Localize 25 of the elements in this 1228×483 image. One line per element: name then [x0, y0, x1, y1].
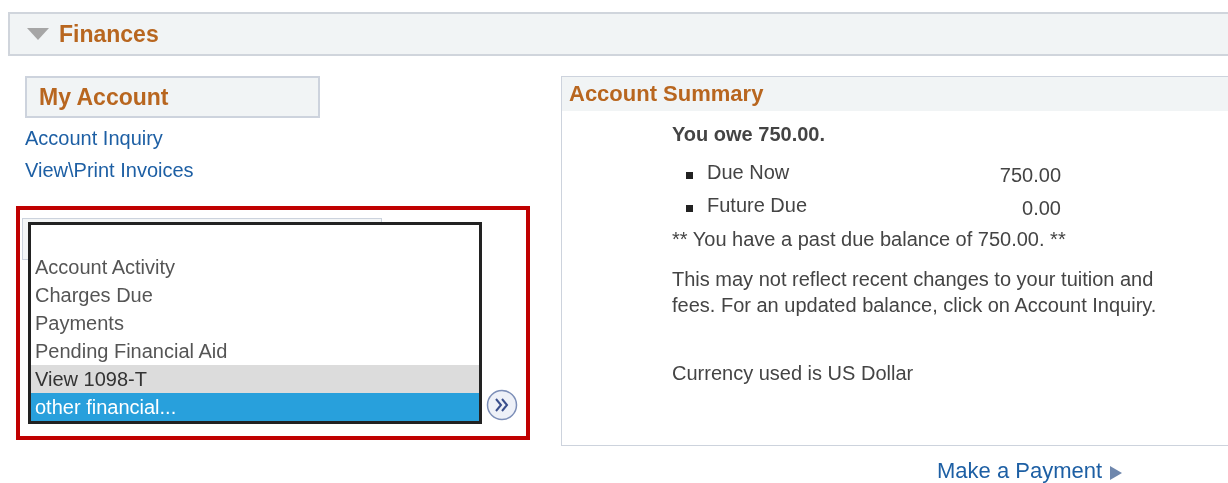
- account-link[interactable]: Account Inquiry: [25, 122, 163, 154]
- dropdown-option[interactable]: Account Activity: [31, 253, 479, 281]
- play-arrow-icon: [1110, 466, 1123, 480]
- dropdown-list[interactable]: Account Activity Charges Due Payments Pending Financial Aid View 1098-T other financial...: [28, 222, 482, 424]
- due-amount: 0.00: [1021, 197, 1061, 220]
- section-header[interactable]: Finances: [8, 12, 1228, 56]
- balance-note: This may not reflect recent changes to your tuition and fees. For an updated balance, click on Account Inquiry.: [672, 267, 1158, 318]
- go-button-icon[interactable]: [486, 389, 518, 421]
- section-title: Finances: [59, 20, 159, 48]
- due-label: Future Due: [707, 194, 809, 217]
- bullet-icon: [686, 172, 693, 179]
- dropdown-option[interactable]: View 1098-T: [31, 365, 479, 393]
- due-label: Due Now: [707, 161, 791, 184]
- my-account-header: My Account: [25, 76, 320, 118]
- dropdown-option[interactable]: Pending Financial Aid: [31, 337, 479, 365]
- account-link[interactable]: View\Print Invoices: [25, 154, 194, 186]
- amount-owed: You owe 750.00.: [672, 123, 827, 146]
- due-amount: 750.00: [998, 164, 1061, 187]
- currency-note: Currency used is US Dollar: [672, 361, 915, 386]
- dropdown-option[interactable]: Charges Due: [31, 281, 479, 309]
- dropdown-option[interactable]: Payments: [31, 309, 479, 337]
- make-payment-link[interactable]: Make a Payment: [937, 458, 1123, 483]
- bullet-icon: [686, 205, 693, 212]
- panel-title: Account Summary: [569, 81, 764, 106]
- past-due-notice: ** You have a past due balance of 750.00. **: [672, 227, 1067, 252]
